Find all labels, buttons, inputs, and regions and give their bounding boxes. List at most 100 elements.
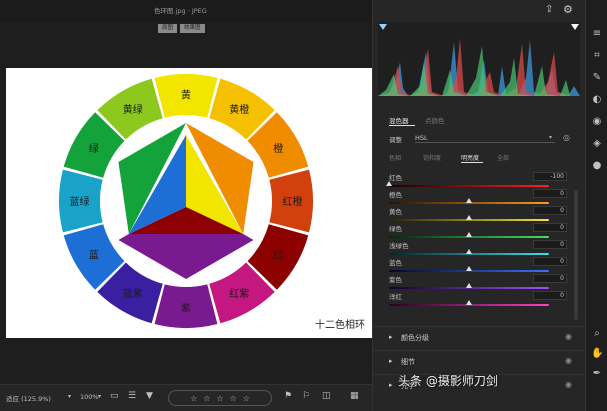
star-icon[interactable]: ☆	[230, 394, 237, 403]
star-icon[interactable]: ☆	[203, 394, 210, 403]
panel-scrollbar[interactable]	[574, 190, 578, 320]
mixer-tabs: 混色器 点颜色	[373, 114, 586, 126]
eye-icon[interactable]: ◉	[565, 332, 572, 341]
wheel-segment-label: 蓝绿	[70, 195, 90, 208]
image-canvas: 黄黄橙橙红橙红红紫紫 蓝紫 蓝 蓝绿 绿 黄绿 十二色相环	[6, 68, 372, 338]
slider-thumb[interactable]	[466, 300, 472, 305]
wheel-segment-label: 绿	[89, 142, 99, 155]
zoom-icon[interactable]: ⌕	[591, 328, 603, 339]
tab-color-mixer[interactable]: 混色器	[389, 115, 409, 125]
star-icon[interactable]: ☆	[216, 394, 223, 403]
slider-thumb[interactable]	[466, 249, 472, 254]
section-color-grading[interactable]: ▸ 颜色分级 ◉	[373, 326, 586, 348]
subtab-luminance[interactable]: 明亮度	[461, 153, 479, 162]
wheel-segment-label: 橙	[273, 142, 283, 155]
slider-value-input[interactable]: 0	[533, 206, 567, 215]
slider-thumb[interactable]	[466, 232, 472, 237]
adjust-select[interactable]: HSL	[415, 134, 555, 143]
wheel-segment-label: 蓝	[89, 249, 99, 261]
grid-view-icon[interactable]: ▦	[350, 391, 359, 401]
bottom-toolbar: 适应 (125.9%) ▾ 100% ▾ ▭ ☰ ▼ ☆ ☆ ☆ ☆ ☆ ⚑ ⚐…	[0, 384, 372, 411]
mask-icon[interactable]: ◐	[591, 94, 603, 105]
star-icon[interactable]: ☆	[190, 394, 197, 403]
result-view-button[interactable]: 效果图	[180, 24, 205, 33]
slider-row: 橙色 0	[389, 189, 579, 207]
slider-row: 黄色 0	[389, 206, 579, 224]
histogram	[378, 22, 580, 96]
eye-icon[interactable]: ◉	[565, 356, 572, 365]
chevron-down-icon[interactable]: ▾	[68, 393, 71, 400]
adjustment-panel: ⇪ ⚙ 混色器 点颜色 调整 HSL ▾ ◎ 色相 饱和度 明亮度 全部 红色 …	[372, 0, 586, 411]
slider-thumb[interactable]	[386, 181, 392, 186]
gear-icon[interactable]: ⚙	[563, 3, 573, 16]
wheel-segment-label: 蓝紫	[123, 288, 143, 300]
wheel-segment-label: 黄橙	[229, 103, 249, 116]
slider-thumb[interactable]	[466, 266, 472, 271]
slider-value-input[interactable]: 0	[533, 291, 567, 300]
wheel-segment-label: 紫	[181, 303, 191, 315]
sort-icon[interactable]: ☰	[128, 391, 136, 401]
subtab-hue[interactable]: 色相	[389, 153, 401, 162]
wheel-segment-label: 黄绿	[123, 103, 143, 116]
crop-icon[interactable]: ⌗	[591, 50, 603, 61]
section-title: 颜色分级	[401, 334, 429, 342]
slider-row: 浅绿色 0	[389, 240, 579, 258]
view-toggle: 原图 效果图	[158, 24, 205, 33]
slider-thumb[interactable]	[466, 283, 472, 288]
star-icon[interactable]: ☆	[243, 394, 250, 403]
snapshot-icon[interactable]: ●	[591, 160, 603, 171]
slider-track[interactable]	[389, 185, 549, 187]
original-view-button[interactable]: 原图	[158, 24, 178, 33]
photo-editor-window: 色环图.jpg · JPEG 原图 效果图 黄黄橙橙红橙红红紫紫 蓝紫 蓝 蓝绿 绿 黄绿…	[0, 0, 607, 411]
tab-point-color[interactable]: 点颜色	[425, 115, 445, 125]
slider-row: 绿色 0	[389, 223, 579, 241]
slider-thumb[interactable]	[466, 215, 472, 220]
subtab-saturation[interactable]: 饱和度	[423, 153, 441, 162]
presets-icon[interactable]: ◈	[591, 138, 603, 149]
slider-value-input[interactable]: -100	[533, 172, 567, 181]
slider-value-input[interactable]: 0	[533, 240, 567, 249]
filmstrip-icon[interactable]: ▭	[110, 391, 119, 401]
export-icon[interactable]: ⇪	[545, 4, 553, 15]
tool-strip: ≡ ⌗ ✎ ◐ ◉ ◈ ● ⌕ ✋ ✒	[585, 0, 607, 411]
wheel-segment-label: 红	[273, 248, 283, 261]
subtab-all[interactable]: 全部	[497, 153, 509, 162]
redeye-icon[interactable]: ◉	[591, 116, 603, 127]
chevron-right-icon: ▸	[389, 381, 393, 389]
file-name: 色环图.jpg · JPEG	[154, 7, 207, 15]
hand-icon[interactable]: ✋	[591, 348, 603, 359]
slider-label: 蓝色	[389, 259, 402, 267]
fit-zoom-label[interactable]: 适应 (125.9%)	[6, 393, 51, 403]
slider-value-input[interactable]: 0	[533, 223, 567, 232]
chevron-right-icon: ▸	[389, 357, 393, 365]
select-chevron-icon[interactable]: ▾	[549, 134, 552, 141]
reject-flag-icon[interactable]: ⚐	[302, 391, 310, 401]
healing-icon[interactable]: ✎	[591, 72, 603, 83]
chevron-right-icon: ▸	[389, 333, 393, 341]
target-adjust-icon[interactable]: ◎	[563, 133, 570, 142]
filter-icon[interactable]: ▼	[146, 391, 153, 401]
slider-label: 绿色	[389, 225, 402, 233]
edit-sliders-icon[interactable]: ≡	[591, 28, 603, 39]
section-detail[interactable]: ▸ 细节 ◉	[373, 350, 586, 372]
slider-label: 洋红	[389, 293, 402, 301]
panel-header: ⇪ ⚙	[373, 0, 586, 20]
title-bar: 色环图.jpg · JPEG	[0, 0, 372, 22]
compare-icon[interactable]: ◫	[322, 391, 331, 401]
wheel-segment-label: 红橙	[283, 195, 303, 208]
star-rating[interactable]: ☆ ☆ ☆ ☆ ☆	[168, 390, 272, 406]
slider-value-input[interactable]: 0	[533, 274, 567, 283]
hexagon-violet	[118, 234, 254, 279]
slider-row: 洋红 0	[389, 291, 579, 309]
slider-value-input[interactable]: 0	[533, 257, 567, 266]
slider-thumb[interactable]	[466, 198, 472, 203]
slider-label: 紫色	[389, 276, 402, 284]
zoom-level[interactable]: 100%	[80, 393, 99, 401]
eye-icon[interactable]: ◉	[565, 380, 572, 389]
wheel-segment-label: 红紫	[229, 287, 249, 300]
sampler-icon[interactable]: ✒	[591, 368, 603, 379]
slider-row: 红色 -100	[386, 172, 579, 190]
flag-icon[interactable]: ⚑	[284, 391, 292, 401]
slider-value-input[interactable]: 0	[533, 189, 567, 198]
zoom-chevron-icon[interactable]: ▾	[98, 393, 101, 400]
